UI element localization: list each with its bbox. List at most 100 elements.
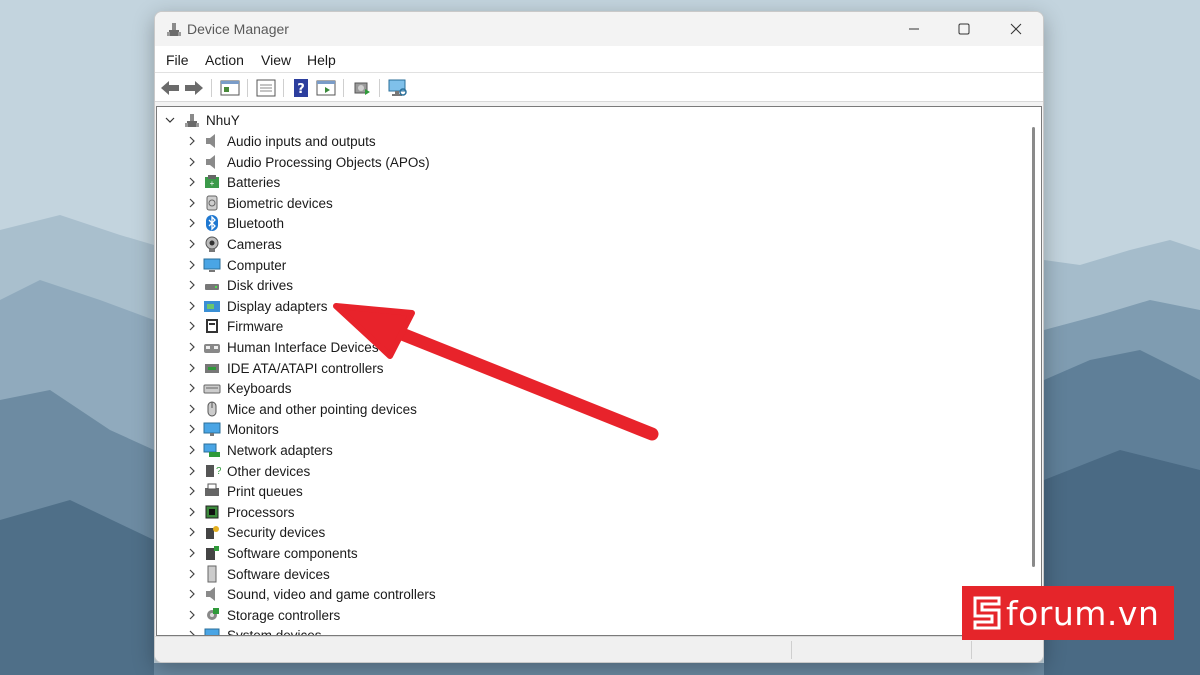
chevron-right-icon[interactable] [185, 361, 199, 375]
chevron-right-icon[interactable] [185, 216, 199, 230]
tree-category-label: System devices [227, 628, 322, 636]
chevron-right-icon[interactable] [185, 196, 199, 210]
security-device-icon [206, 526, 219, 540]
update-driver-button[interactable] [351, 77, 373, 99]
status-divider [971, 641, 972, 659]
audio-processing-icon [206, 154, 215, 169]
device-manager-app-icon [167, 23, 181, 36]
scan-hardware-icon [388, 79, 407, 96]
minimize-button[interactable] [889, 12, 939, 46]
tree-category-row[interactable]: Biometric devices [157, 193, 1017, 213]
tree-category-label: Processors [227, 504, 295, 520]
tree-category-row[interactable]: Security devices [157, 522, 1017, 542]
chevron-right-icon[interactable] [185, 237, 199, 251]
menu-help[interactable]: Help [307, 52, 336, 68]
chevron-right-icon[interactable] [185, 134, 199, 148]
tree-category-row[interactable]: Bluetooth [157, 213, 1017, 233]
vertical-scrollbar[interactable] [1027, 107, 1041, 635]
tree-category-row[interactable]: Software devices [157, 564, 1017, 584]
help-button[interactable]: ? [290, 77, 312, 99]
chevron-right-icon[interactable] [185, 546, 199, 560]
chevron-down-icon[interactable] [163, 113, 177, 127]
maximize-button[interactable] [939, 12, 989, 46]
minimize-icon [909, 28, 919, 30]
tree-category-row[interactable]: Mice and other pointing devices [157, 399, 1017, 419]
menu-file[interactable]: File [166, 52, 189, 68]
tree-category-label: Mice and other pointing devices [227, 401, 417, 417]
tree-category-label: Other devices [227, 463, 311, 479]
close-button[interactable] [991, 12, 1041, 46]
chevron-right-icon[interactable] [185, 608, 199, 622]
chevron-right-icon[interactable] [185, 299, 199, 313]
action-pane-button[interactable] [315, 77, 337, 99]
tree-category-row[interactable]: IDE ATA/ATAPI controllers [157, 358, 1017, 378]
menu-action[interactable]: Action [205, 52, 244, 68]
tree-category-row[interactable]: Computer [157, 255, 1017, 275]
tree-root-row[interactable]: NhuY [157, 110, 1017, 130]
tree-category-row[interactable]: Sound, video and game controllers [157, 584, 1017, 604]
toolbar: ? [155, 72, 1043, 102]
tree-category-row[interactable]: Human Interface Devices [157, 337, 1017, 357]
status-divider [791, 641, 792, 659]
toolbar-separator [283, 79, 284, 97]
chevron-right-icon[interactable] [185, 278, 199, 292]
tree-category-row[interactable]: Software components [157, 543, 1017, 563]
tree-category-row[interactable]: ? Other devices [157, 461, 1017, 481]
properties-button[interactable] [219, 77, 241, 99]
back-button[interactable] [159, 77, 181, 99]
scrollbar-thumb[interactable] [1032, 127, 1035, 567]
biometric-icon [206, 195, 218, 211]
chevron-right-icon[interactable] [185, 484, 199, 498]
tree-category-row[interactable]: Audio inputs and outputs [157, 131, 1017, 151]
tree-category-label: Batteries [227, 175, 281, 191]
chevron-right-icon[interactable] [185, 567, 199, 581]
bluetooth-icon [206, 215, 218, 232]
show-hide-tree-button[interactable] [255, 77, 277, 99]
tree-category-row[interactable]: Firmware [157, 316, 1017, 336]
chevron-right-icon[interactable] [185, 587, 199, 601]
tree-category-label: Sound, video and game controllers [227, 587, 436, 603]
chevron-right-icon[interactable] [185, 258, 199, 272]
tree-category-row[interactable]: Keyboards [157, 378, 1017, 398]
update-driver-icon [354, 82, 370, 95]
scan-hardware-button[interactable] [387, 77, 409, 99]
tree-category-row[interactable]: System devices [157, 625, 1017, 636]
menu-view[interactable]: View [261, 52, 291, 68]
tree-category-row[interactable]: Print queues [157, 481, 1017, 501]
chevron-right-icon[interactable] [185, 464, 199, 478]
tree-category-label: Disk drives [227, 278, 294, 294]
chevron-right-icon[interactable] [185, 525, 199, 539]
title-bar[interactable]: Device Manager [155, 12, 1043, 46]
chevron-right-icon[interactable] [185, 319, 199, 333]
chevron-right-icon[interactable] [185, 505, 199, 519]
tree-category-label: Storage controllers [227, 607, 341, 623]
tree-category-row[interactable]: Storage controllers [157, 605, 1017, 625]
tree-category-row[interactable]: Display adapters [157, 296, 1017, 316]
chevron-right-icon[interactable] [185, 402, 199, 416]
tree-category-label: Biometric devices [227, 195, 333, 211]
chevron-right-icon[interactable] [185, 422, 199, 436]
battery-icon: + [205, 175, 219, 189]
tree-category-label: Audio inputs and outputs [227, 134, 376, 149]
camera-icon [205, 236, 219, 252]
chevron-right-icon[interactable] [185, 443, 199, 457]
action-pane-icon [316, 80, 336, 96]
chevron-right-icon[interactable] [185, 381, 199, 395]
mouse-icon [207, 401, 217, 417]
tree-category-row[interactable]: Audio Processing Objects (APOs) [157, 152, 1017, 172]
tree-category-row[interactable]: Monitors [157, 419, 1017, 439]
tree-category-row[interactable]: Disk drives [157, 275, 1017, 295]
display-adapter-icon [204, 300, 220, 312]
forward-icon [185, 81, 203, 95]
tree-category-row[interactable]: Cameras [157, 234, 1017, 254]
chevron-right-icon[interactable] [185, 155, 199, 169]
tree-category-row[interactable]: Processors [157, 502, 1017, 522]
chevron-right-icon[interactable] [185, 175, 199, 189]
ide-controller-icon [205, 363, 219, 373]
tree-category-row[interactable]: + Batteries [157, 172, 1017, 192]
tree-category-label: Network adapters [227, 443, 333, 458]
chevron-right-icon[interactable] [185, 340, 199, 354]
tree-category-row[interactable]: Network adapters [157, 440, 1017, 460]
chevron-right-icon[interactable] [185, 628, 199, 636]
forward-button[interactable] [183, 77, 205, 99]
